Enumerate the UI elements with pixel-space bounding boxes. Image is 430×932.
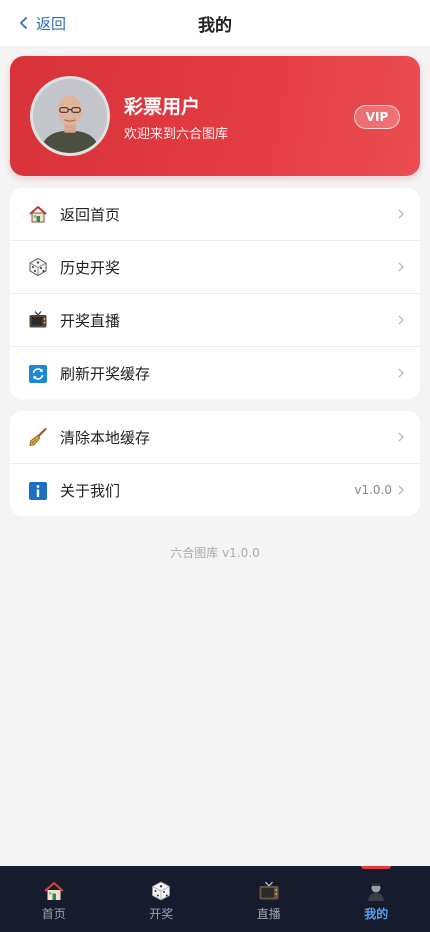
profile-card: 彩票用户 欢迎来到六合图库 VIP: [10, 56, 420, 176]
avatar-photo: [33, 79, 107, 153]
nav-tab-draw[interactable]: 开奖: [108, 866, 216, 932]
nav-label: 首页: [41, 907, 66, 921]
refresh-icon: [28, 364, 48, 384]
user-icon: [368, 883, 385, 901]
broom-icon: [28, 427, 48, 447]
nav-tab-live[interactable]: 直播: [215, 866, 323, 932]
house-icon: [44, 882, 64, 900]
menu-group-main: 返回首页 历史开奖 开奖直播 刷新开奖缓存: [10, 188, 420, 399]
chevron-left-icon: [20, 17, 27, 29]
chevron-right-icon: [398, 209, 404, 219]
chevron-right-icon: [398, 485, 404, 495]
profile-page: 返回 我的 彩票用户 欢迎来到六合图库 VIP 返回首页 历史开奖 开奖直播 刷…: [0, 0, 430, 932]
avatar[interactable]: [30, 76, 110, 156]
menu-item-home[interactable]: 返回首页: [10, 188, 420, 241]
nav-tab-mine[interactable]: 我的: [323, 866, 430, 932]
profile-name: 彩票用户: [124, 96, 201, 118]
info-icon: [28, 481, 48, 501]
menu-item-label: 开奖直播: [60, 311, 121, 330]
nav-label: 我的: [364, 907, 389, 921]
menu-item-refresh-cache[interactable]: 刷新开奖缓存: [10, 347, 420, 399]
menu-item-label: 清除本地缓存: [60, 428, 151, 447]
chevron-right-icon: [398, 315, 404, 325]
dice-icon: [28, 257, 48, 277]
tv-icon: [28, 310, 48, 330]
menu-item-label: 刷新开奖缓存: [60, 365, 151, 383]
menu-item-live[interactable]: 开奖直播: [10, 294, 420, 347]
menu-item-history[interactable]: 历史开奖: [10, 241, 420, 294]
app-version-value: v1.0.0: [354, 483, 392, 497]
tv-icon: [259, 881, 279, 900]
menu-item-label: 关于我们: [60, 482, 121, 500]
bottom-nav: 首页 开奖 直播 我的: [0, 866, 430, 932]
top-bar: 返回 我的: [0, 0, 430, 46]
profile-subtitle: 欢迎来到六合图库: [124, 127, 229, 142]
active-tab-indicator: [361, 866, 392, 869]
chevron-right-icon: [398, 368, 404, 378]
footer-version: 六合图库 v1.0.0: [170, 546, 260, 560]
menu-item-label: 历史开奖: [60, 258, 121, 277]
chevron-right-icon: [398, 262, 404, 272]
back-label: 返回: [36, 14, 67, 33]
nav-label: 直播: [256, 907, 281, 921]
house-icon: [28, 204, 48, 224]
page-title: 我的: [198, 15, 232, 36]
menu-item-label: 返回首页: [60, 205, 121, 224]
vip-badge: VIP: [354, 105, 400, 129]
nav-tab-home[interactable]: 首页: [0, 866, 108, 932]
nav-label: 开奖: [149, 907, 174, 921]
chevron-right-icon: [398, 432, 404, 442]
menu-item-about[interactable]: 关于我们 v1.0.0: [10, 464, 420, 516]
back-button[interactable]: 返回: [18, 0, 66, 46]
dice-icon: [152, 881, 171, 901]
menu-item-clear-cache[interactable]: 清除本地缓存: [10, 411, 420, 464]
menu-group-settings: 清除本地缓存 关于我们 v1.0.0: [10, 411, 420, 516]
